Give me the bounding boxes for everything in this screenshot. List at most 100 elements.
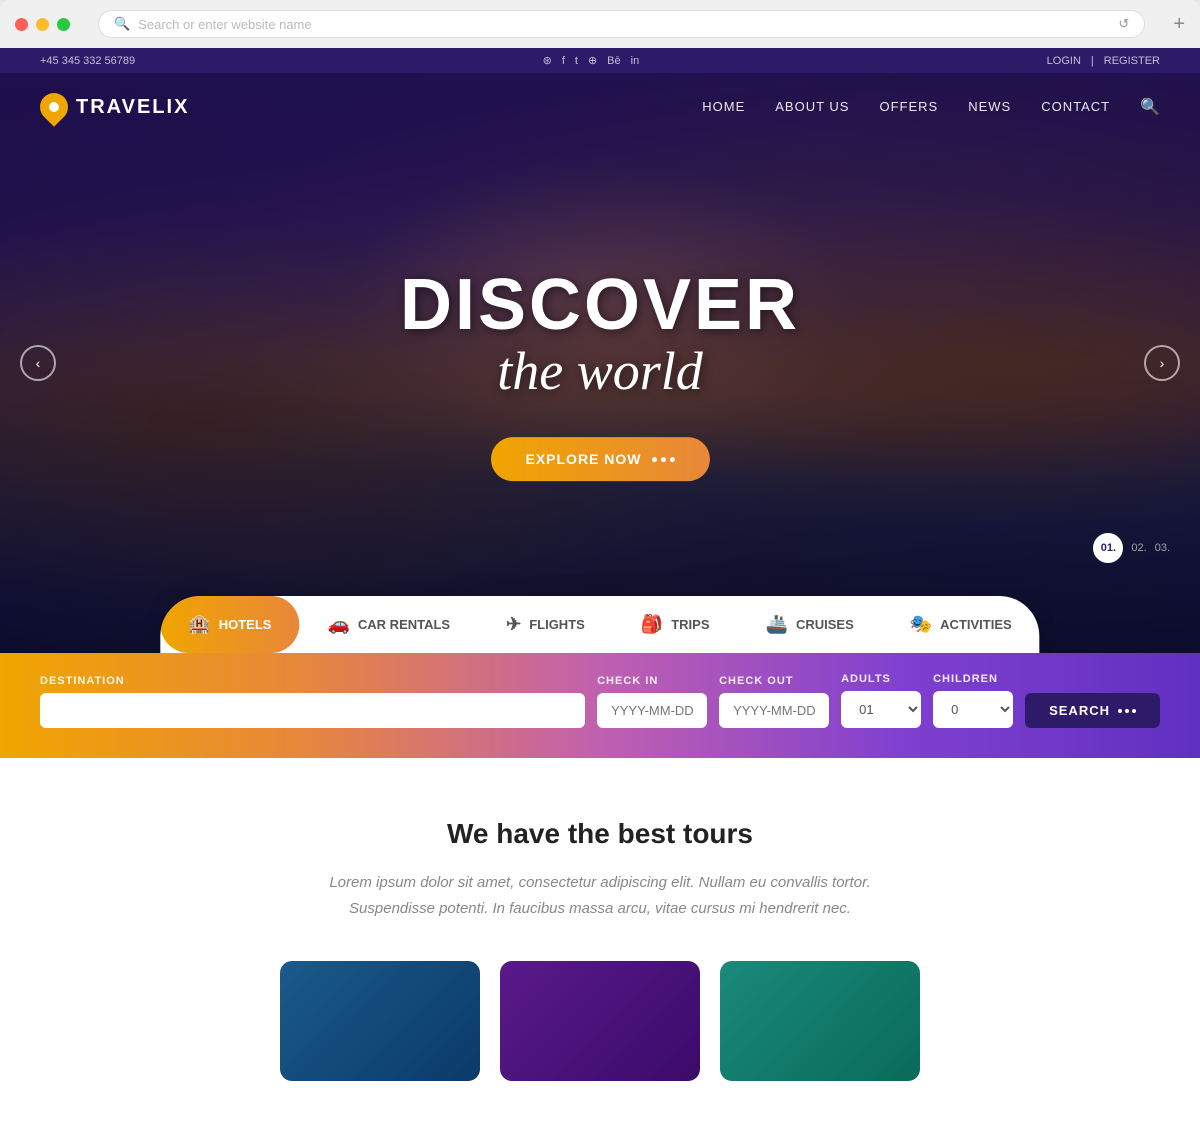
slide-indicator-1[interactable]: 01.	[1093, 533, 1123, 563]
tour-card-2[interactable]	[500, 961, 700, 1081]
destination-group: DESTINATION	[40, 675, 585, 728]
tab-trips[interactable]: 🎒 TRIPS	[613, 596, 738, 653]
desc-line-1: Lorem ipsum dolor sit amet, consectetur …	[329, 874, 870, 891]
website-content: +45 345 332 56789 ⊛ f t ⊕ Bē in LOGIN | …	[0, 48, 1200, 1121]
search-button-dots	[1118, 709, 1136, 713]
trips-icon: 🎒	[641, 614, 663, 635]
card-image-1	[280, 961, 480, 1081]
facebook-icon[interactable]: f	[562, 55, 565, 67]
auth-links: LOGIN | REGISTER	[1047, 55, 1160, 67]
tab-hotels-label: HOTELS	[219, 617, 272, 632]
nav-link-offers[interactable]: OFFERS	[879, 99, 938, 114]
linkedin-icon[interactable]: in	[631, 55, 640, 67]
tab-cruises[interactable]: 🚢 CRUISES	[738, 596, 882, 653]
best-tours-section: We have the best tours Lorem ipsum dolor…	[0, 758, 1200, 1121]
hero-title: DISCOVER	[400, 266, 800, 345]
search-button-label: SEARCH	[1049, 703, 1110, 718]
slide-indicator-3[interactable]: 03.	[1155, 542, 1170, 554]
register-link[interactable]: REGISTER	[1104, 55, 1160, 67]
nav-item-news[interactable]: NEWS	[968, 98, 1011, 116]
nav-item-home[interactable]: HOME	[702, 98, 745, 116]
top-bar: +45 345 332 56789 ⊛ f t ⊕ Bē in LOGIN | …	[0, 48, 1200, 73]
nav-item-offers[interactable]: OFFERS	[879, 98, 938, 116]
nav-link-about[interactable]: ABOUT US	[775, 99, 849, 114]
adults-group: ADULTS 01 02 03 04	[841, 673, 921, 728]
checkin-input[interactable]	[597, 693, 707, 728]
tab-activities[interactable]: 🎭 ACTIVITIES	[882, 596, 1040, 653]
service-tabs: 🏨 HOTELS 🚗 CAR RENTALS ✈ FLIGHTS 🎒 TRIPS…	[160, 596, 1039, 653]
hero-content: DISCOVER the world EXPLORE NOW	[400, 266, 800, 481]
checkout-label: CHECK OUT	[719, 675, 829, 687]
checkout-group: CHECK OUT	[719, 675, 829, 728]
login-link[interactable]: LOGIN	[1047, 55, 1081, 67]
button-dots	[652, 457, 675, 462]
activities-icon: 🎭	[910, 614, 932, 635]
adults-label: ADULTS	[841, 673, 921, 685]
tab-car-rentals-label: CAR RENTALS	[358, 617, 450, 632]
tab-hotels[interactable]: 🏨 HOTELS	[160, 596, 299, 653]
nav-link-contact[interactable]: CONTACT	[1041, 99, 1110, 114]
behance-icon[interactable]: Bē	[607, 55, 620, 67]
car-rentals-icon: 🚗	[327, 614, 349, 635]
flights-icon: ✈	[506, 614, 521, 635]
cruises-icon: 🚢	[766, 614, 788, 635]
search-icon: 🔍	[114, 16, 130, 32]
logo-text: TRAVELIX	[76, 96, 189, 119]
address-bar[interactable]: 🔍 Search or enter website name ↺	[98, 10, 1145, 38]
new-tab-button[interactable]: +	[1173, 13, 1185, 36]
adults-select[interactable]: 01 02 03 04	[841, 691, 921, 728]
logo[interactable]: TRAVELIX	[40, 93, 189, 121]
search-icon[interactable]: 🔍	[1140, 97, 1160, 117]
tour-card-1[interactable]	[280, 961, 480, 1081]
tab-trips-label: TRIPS	[671, 617, 709, 632]
destination-label: DESTINATION	[40, 675, 585, 687]
auth-separator: |	[1091, 55, 1094, 67]
reload-icon[interactable]: ↺	[1118, 16, 1129, 32]
search-button[interactable]: SEARCH	[1025, 693, 1160, 728]
children-group: CHILDREN 0 1 2 3	[933, 673, 1013, 728]
nav-links: HOME ABOUT US OFFERS NEWS CONTACT	[702, 98, 1110, 116]
tab-car-rentals[interactable]: 🚗 CAR RENTALS	[299, 596, 478, 653]
hero-subtitle: the world	[400, 340, 800, 402]
desc-line-2: Suspendisse potenti. In faucibus massa a…	[349, 900, 851, 917]
checkout-input[interactable]	[719, 693, 829, 728]
maximize-button[interactable]	[57, 18, 70, 31]
tab-flights[interactable]: ✈ FLIGHTS	[478, 596, 613, 653]
slider-next-button[interactable]: ›	[1144, 345, 1180, 381]
card-image-2	[500, 961, 700, 1081]
nav-link-home[interactable]: HOME	[702, 99, 745, 114]
address-bar-text: Search or enter website name	[138, 17, 311, 32]
tour-card-3[interactable]	[720, 961, 920, 1081]
search-form: DESTINATION CHECK IN CHECK OUT ADULTS 01…	[40, 673, 1160, 728]
best-tours-description: Lorem ipsum dolor sit amet, consectetur …	[300, 870, 900, 921]
best-tours-title: We have the best tours	[40, 818, 1160, 850]
slide-indicators: 01. 02. 03.	[1093, 533, 1170, 563]
slider-prev-button[interactable]: ‹	[20, 345, 56, 381]
children-select[interactable]: 0 1 2 3	[933, 691, 1013, 728]
nav-item-about[interactable]: ABOUT US	[775, 98, 849, 116]
logo-icon	[34, 87, 74, 127]
hero-section: TRAVELIX HOME ABOUT US OFFERS NEWS CONTA…	[0, 73, 1200, 653]
slide-indicator-2[interactable]: 02.	[1131, 542, 1146, 554]
phone-number: +45 345 332 56789	[40, 55, 135, 67]
pinterest-icon[interactable]: ⊛	[543, 54, 552, 67]
nav-item-contact[interactable]: CONTACT	[1041, 98, 1110, 116]
explore-button[interactable]: EXPLORE NOW	[490, 437, 709, 481]
hotels-icon: 🏨	[188, 614, 210, 635]
social-links: ⊛ f t ⊕ Bē in	[543, 54, 640, 67]
children-label: CHILDREN	[933, 673, 1013, 685]
minimize-button[interactable]	[36, 18, 49, 31]
circle-icon[interactable]: ⊕	[588, 54, 597, 67]
search-section: DESTINATION CHECK IN CHECK OUT ADULTS 01…	[0, 653, 1200, 758]
nav-link-news[interactable]: NEWS	[968, 99, 1011, 114]
tab-flights-label: FLIGHTS	[529, 617, 585, 632]
main-navigation: TRAVELIX HOME ABOUT US OFFERS NEWS CONTA…	[0, 73, 1200, 141]
close-button[interactable]	[15, 18, 28, 31]
tab-activities-label: ACTIVITIES	[940, 617, 1012, 632]
checkin-group: CHECK IN	[597, 675, 707, 728]
card-image-3	[720, 961, 920, 1081]
browser-window: 🔍 Search or enter website name ↺ +	[0, 0, 1200, 48]
tour-cards	[40, 961, 1160, 1081]
destination-input[interactable]	[40, 693, 585, 728]
twitter-icon[interactable]: t	[575, 55, 578, 67]
